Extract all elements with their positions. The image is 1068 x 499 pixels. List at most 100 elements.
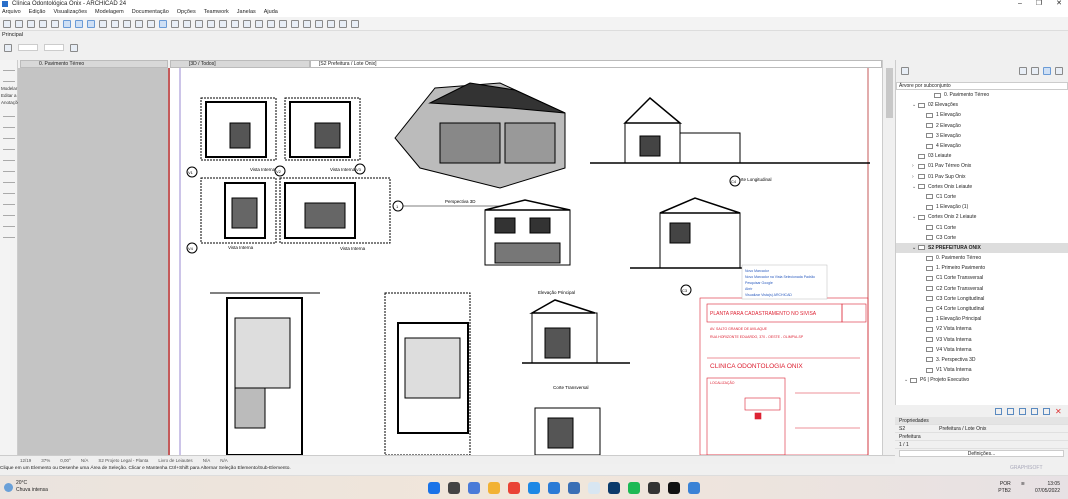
- marquee-tool-icon[interactable]: [3, 74, 15, 82]
- scale-field[interactable]: N/A: [81, 458, 89, 463]
- fill-tool-icon[interactable]: [3, 153, 15, 161]
- taskbar-app-icon[interactable]: [508, 482, 520, 494]
- spline-tool-icon[interactable]: [3, 197, 15, 205]
- surface-snap-icon[interactable]: [87, 19, 95, 28]
- dimension-tool-icon[interactable]: [3, 109, 15, 117]
- tab-pavimento-terreo[interactable]: 0. Pavimento Térreo: [20, 60, 168, 68]
- navigator-item[interactable]: 4 Elevação: [896, 141, 1068, 151]
- taskbar-app-icon[interactable]: [688, 482, 700, 494]
- suspend-groups-icon[interactable]: [159, 19, 167, 28]
- navigator-item[interactable]: 3. Perspectiva 3D: [896, 355, 1068, 365]
- taskbar-app-icon[interactable]: [548, 482, 560, 494]
- toolbox-group-label[interactable]: Modelar: [0, 85, 17, 92]
- layout-book-select[interactable]: Livro de Leiautes: [158, 458, 192, 463]
- navigator-item[interactable]: C3 Corte Longitudinal: [896, 294, 1068, 304]
- text-tool-icon[interactable]: [3, 131, 15, 139]
- taskbar-app-icon[interactable]: [628, 482, 640, 494]
- clock-time[interactable]: 13:05: [1035, 481, 1060, 488]
- tab-3d[interactable]: [3D / Todos]: [170, 60, 310, 68]
- menu-visualizacoes[interactable]: Visualizações: [53, 8, 87, 17]
- taskbar-app-icon[interactable]: [608, 482, 620, 494]
- weather-widget[interactable]: 20°C Chuva intensa: [4, 480, 48, 494]
- tab-layout-active[interactable]: [S2 Prefeitura / Lote Onix]: [310, 60, 882, 68]
- split-icon[interactable]: [183, 19, 191, 28]
- new-subset-icon[interactable]: [1007, 407, 1014, 415]
- navigator-item[interactable]: 0. Pavimento Térreo: [896, 253, 1068, 263]
- fillet-icon[interactable]: [219, 19, 227, 28]
- navigator-item[interactable]: 2 Elevação: [896, 121, 1068, 131]
- selection-field[interactable]: [18, 44, 38, 51]
- page-indicator[interactable]: 12/19: [20, 458, 31, 463]
- taskbar-app-icon[interactable]: [568, 482, 580, 494]
- navigator-item[interactable]: C1 Corte: [896, 222, 1068, 232]
- inject-icon[interactable]: [51, 19, 59, 28]
- delete-icon[interactable]: ✕: [1055, 407, 1062, 415]
- guide-line-icon[interactable]: [63, 19, 71, 28]
- figure-tool-icon[interactable]: [3, 219, 15, 227]
- master-layout-select[interactable]: Prefeitura: [899, 433, 921, 440]
- marquee-icon[interactable]: [123, 19, 131, 28]
- publish-icon[interactable]: [351, 19, 359, 28]
- layout-book-icon[interactable]: [1043, 67, 1051, 75]
- update-icon[interactable]: [1043, 407, 1050, 415]
- elevation-icon[interactable]: [327, 19, 335, 28]
- menu-arquivo[interactable]: Arquivo: [2, 8, 21, 17]
- navigator-item[interactable]: ⌄ 02 Elevações: [896, 100, 1068, 110]
- navigator-item[interactable]: 1 Elevação: [896, 110, 1068, 120]
- menu-teamwork[interactable]: Teamwork: [204, 8, 229, 17]
- offset-icon[interactable]: [231, 19, 239, 28]
- menu-opcoes[interactable]: Opções: [177, 8, 196, 17]
- lock-icon[interactable]: [147, 19, 155, 28]
- navigator-item[interactable]: C2 Corte Transversal: [896, 284, 1068, 294]
- grid-icon[interactable]: [99, 19, 107, 28]
- navigator-item[interactable]: 0. Pavimento Térreo: [896, 90, 1068, 100]
- hotspot-tool-icon[interactable]: [3, 208, 15, 216]
- minimize-button[interactable]: –: [1018, 0, 1022, 8]
- navigator-item[interactable]: › 01 Pav Sup Onix: [896, 172, 1068, 182]
- navigator-item[interactable]: 03 Leiaute: [896, 151, 1068, 161]
- view-map-icon[interactable]: [1031, 67, 1039, 75]
- place-drawing-icon[interactable]: [1019, 407, 1026, 415]
- intersect-icon[interactable]: [207, 19, 215, 28]
- 3d-view-icon[interactable]: [291, 19, 299, 28]
- navigator-item[interactable]: C1 Corte Transversal: [896, 273, 1068, 283]
- navigator-item[interactable]: ⌄ P6 | Projeto Executivo: [896, 375, 1068, 385]
- toolbox-group-label[interactable]: Editar a: [0, 92, 17, 99]
- navigator-item[interactable]: V4 Vista Interna: [896, 345, 1068, 355]
- maximize-button[interactable]: ❐: [1036, 0, 1042, 8]
- taskbar-app-icon[interactable]: [668, 482, 680, 494]
- menu-documentacao[interactable]: Documentação: [132, 8, 169, 17]
- selection-icon[interactable]: [111, 19, 119, 28]
- navigator-item[interactable]: ⌄ S2 PREFEITURA ONIX: [896, 242, 1068, 253]
- menu-edicao[interactable]: Edição: [29, 8, 46, 17]
- taskbar-app-icon[interactable]: [428, 482, 440, 494]
- redo-icon[interactable]: [15, 19, 23, 28]
- drawing-tool-icon[interactable]: [3, 230, 15, 238]
- taskbar-app-icon[interactable]: [588, 482, 600, 494]
- label-tool-icon[interactable]: [3, 142, 15, 150]
- model-view-select[interactable]: N/A: [220, 458, 228, 463]
- layer-combination-select[interactable]: S2 Projeto Legal - Planta: [98, 458, 148, 463]
- zoom-level[interactable]: 37%: [41, 458, 50, 463]
- navigator-item[interactable]: 1 Elevação Principal: [896, 314, 1068, 324]
- level-tool-icon[interactable]: [3, 120, 15, 128]
- navigator-item[interactable]: V3 Vista Interna: [896, 335, 1068, 345]
- navigator-item[interactable]: 1. Primeiro Pavimento: [896, 263, 1068, 273]
- layout-name[interactable]: Prefeitura / Lote Onix: [939, 425, 986, 432]
- selection-method-icon[interactable]: [4, 43, 12, 52]
- navigator-item[interactable]: V1 Vista Interna: [896, 365, 1068, 375]
- taskbar-app-icon[interactable]: [448, 482, 460, 494]
- navigator-item[interactable]: C1 Corte: [896, 192, 1068, 202]
- taskbar-app-icon[interactable]: [648, 482, 660, 494]
- navigator-item[interactable]: ⌄ Cortes Onix 2 Leiaute: [896, 212, 1068, 222]
- trace-icon[interactable]: [171, 19, 179, 28]
- close-button[interactable]: ✕: [1056, 0, 1062, 8]
- pick-icon[interactable]: [39, 19, 47, 28]
- new-layout-icon[interactable]: [995, 407, 1002, 415]
- project-map-icon[interactable]: [1019, 67, 1027, 75]
- arrow-tool-icon[interactable]: [3, 63, 15, 71]
- line-tool-icon[interactable]: [3, 164, 15, 172]
- taskbar-app-icon[interactable]: [468, 482, 480, 494]
- renovation-icon[interactable]: [279, 19, 287, 28]
- pen-set-select[interactable]: N/A: [203, 458, 211, 463]
